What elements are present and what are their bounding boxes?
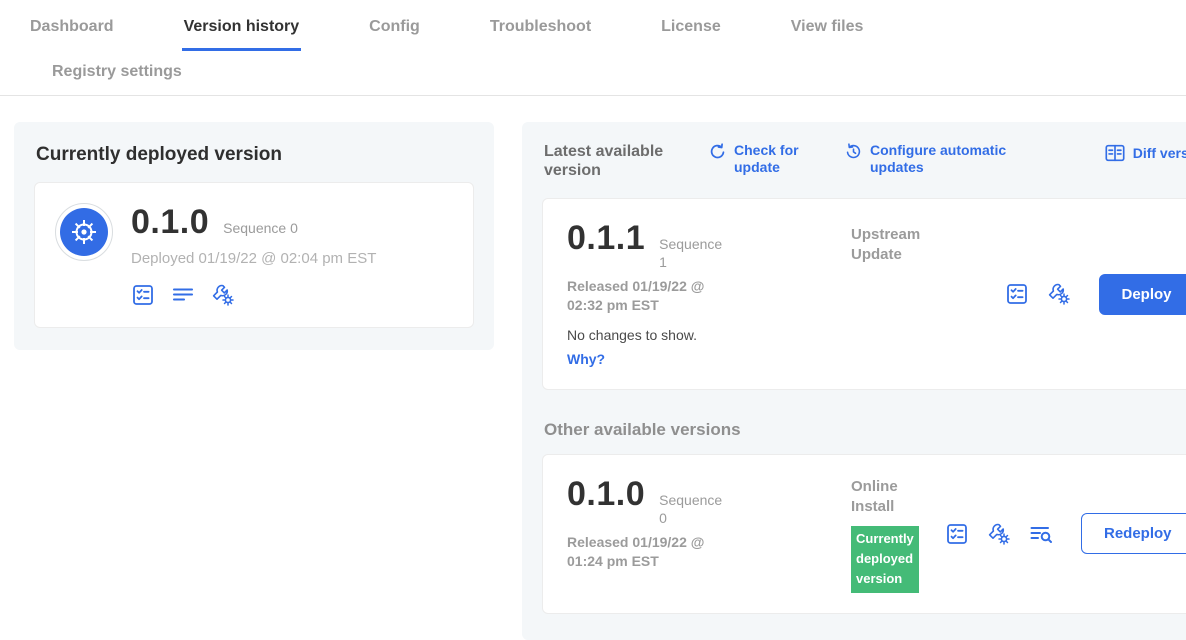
currently-deployed-badge: Currently deployed version — [851, 526, 919, 592]
why-link[interactable]: Why? — [567, 351, 605, 367]
preflight-checks-icon[interactable] — [945, 522, 969, 546]
other-version-card: 0.1.0 Sequence 0 Released 01/19/22 @ 01:… — [542, 454, 1186, 613]
latest-available-header: Latest available version Check for updat… — [542, 142, 1186, 180]
tab-version-history[interactable]: Version history — [182, 0, 302, 51]
deployed-sequence-label: Sequence 0 — [223, 220, 298, 236]
tab-dashboard[interactable]: Dashboard — [28, 0, 116, 51]
currently-deployed-title: Currently deployed version — [36, 144, 474, 166]
latest-available-title: Latest available version — [544, 142, 678, 180]
auto-update-icon — [844, 142, 863, 161]
other-versions-title: Other available versions — [544, 420, 1186, 440]
other-released-timestamp: Released 01/19/22 @ 01:24 pm EST — [567, 533, 735, 571]
other-source-label: Online Install — [851, 477, 913, 516]
available-versions-panel: Latest available version Check for updat… — [522, 122, 1186, 640]
tab-config[interactable]: Config — [367, 0, 422, 51]
latest-release-info: 0.1.1 Sequence 1 Released 01/19/22 @ 02:… — [567, 219, 825, 369]
tab-registry-settings[interactable]: Registry settings — [50, 51, 184, 95]
configure-automatic-updates-link[interactable]: Configure automatic updates — [844, 142, 1016, 176]
preflight-checks-icon[interactable] — [1005, 282, 1029, 306]
latest-release-card: 0.1.1 Sequence 1 Released 01/19/22 @ 02:… — [542, 198, 1186, 390]
latest-source-label: Upstream Update — [851, 225, 937, 369]
currently-deployed-panel: Currently deployed version 0.1.0 Sequenc… — [14, 122, 494, 350]
preflight-checks-icon[interactable] — [131, 283, 155, 307]
configure-automatic-updates-label: Configure automatic updates — [870, 142, 1016, 176]
release-notes-icon[interactable] — [171, 283, 195, 307]
deployed-version-number: 0.1.0 — [131, 203, 209, 242]
latest-version-number: 0.1.1 — [567, 219, 645, 258]
tab-view-files[interactable]: View files — [789, 0, 866, 51]
deploy-button[interactable]: Deploy — [1099, 274, 1186, 315]
no-changes-text: No changes to show. — [567, 327, 825, 343]
latest-sequence-label: Sequence 1 — [659, 236, 729, 271]
other-version-number: 0.1.0 — [567, 475, 645, 514]
other-source-block: Online Install Currently deployed versio… — [851, 475, 919, 592]
other-version-info: 0.1.0 Sequence 0 Released 01/19/22 @ 01:… — [567, 475, 825, 592]
main-content: Currently deployed version 0.1.0 Sequenc… — [0, 96, 1186, 640]
config-wrench-icon[interactable] — [987, 522, 1011, 546]
diff-icon — [1104, 142, 1126, 164]
refresh-icon — [708, 142, 727, 161]
config-wrench-icon[interactable] — [211, 283, 235, 307]
view-logs-icon[interactable] — [1029, 522, 1053, 546]
nav-row-1: Dashboard Version history Config Trouble… — [28, 0, 1158, 51]
latest-card-actions: Deploy — [1005, 274, 1186, 315]
latest-released-timestamp: Released 01/19/22 @ 02:32 pm EST — [567, 277, 735, 315]
redeploy-button[interactable]: Redeploy — [1081, 513, 1186, 554]
other-sequence-label: Sequence 0 — [659, 492, 729, 527]
check-for-update-label: Check for update — [734, 142, 814, 176]
nav-row-2: Registry settings — [28, 51, 1158, 95]
check-for-update-link[interactable]: Check for update — [708, 142, 814, 176]
config-wrench-icon[interactable] — [1047, 282, 1071, 306]
deployed-version-card: 0.1.0 Sequence 0 Deployed 01/19/22 @ 02:… — [34, 182, 474, 328]
tab-troubleshoot[interactable]: Troubleshoot — [488, 0, 593, 51]
diff-versions-link[interactable]: Diff versions — [1104, 142, 1186, 164]
deployed-card-actions — [131, 283, 376, 307]
deployed-timestamp: Deployed 01/19/22 @ 02:04 pm EST — [131, 250, 376, 267]
deployed-version-details: 0.1.0 Sequence 0 Deployed 01/19/22 @ 02:… — [131, 203, 376, 307]
app-logo — [55, 203, 113, 261]
diff-versions-label: Diff versions — [1133, 145, 1186, 162]
tab-license[interactable]: License — [659, 0, 723, 51]
other-card-actions: Redeploy — [945, 513, 1186, 554]
kubernetes-icon — [60, 208, 108, 256]
top-navigation: Dashboard Version history Config Trouble… — [0, 0, 1186, 96]
